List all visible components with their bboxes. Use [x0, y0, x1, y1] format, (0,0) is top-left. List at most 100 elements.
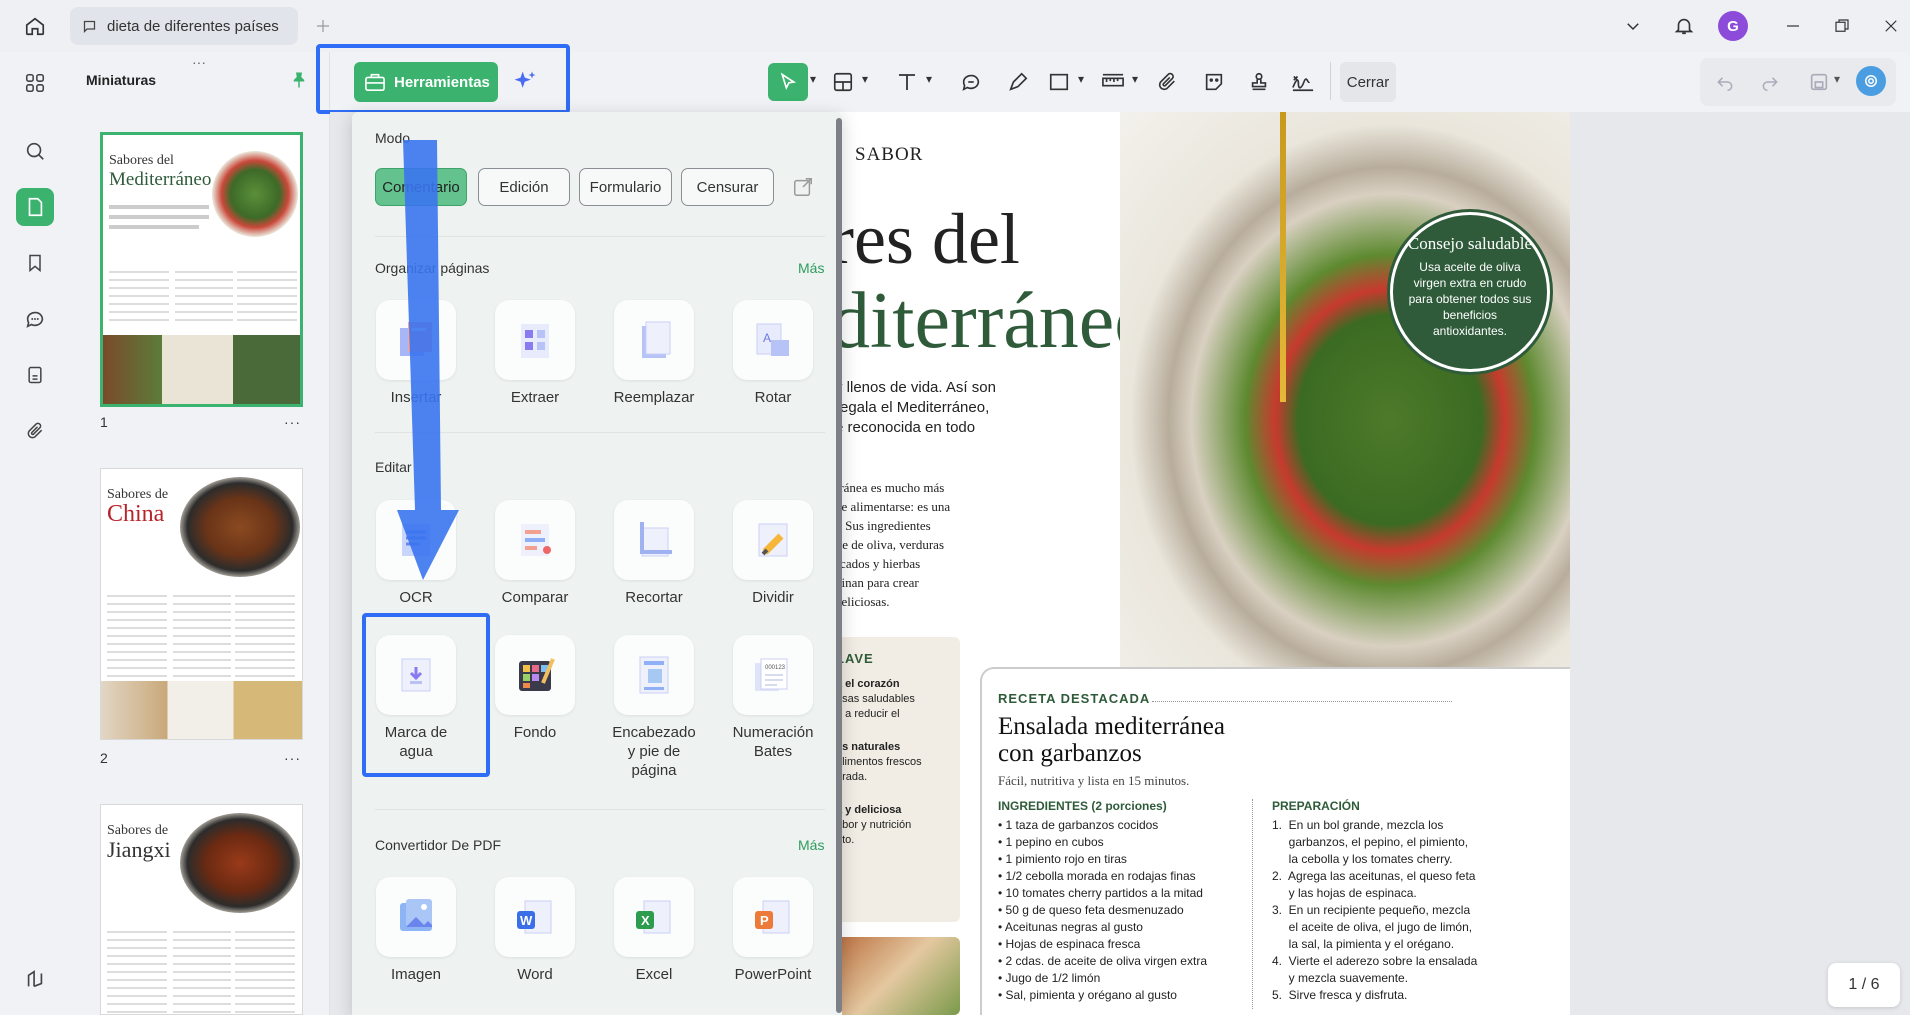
measure-icon[interactable]: [1096, 65, 1130, 99]
chevron-down-icon[interactable]: ▾: [862, 72, 868, 86]
ingredient-item: • 50 g de queso feta desmenuzado: [998, 903, 1184, 917]
image-icon: [376, 877, 456, 957]
compare-icon: [495, 500, 575, 580]
convert-image[interactable]: Imagen: [361, 877, 471, 984]
convert-word[interactable]: W Word: [480, 877, 590, 984]
external-link-icon[interactable]: [792, 176, 814, 198]
converter-more-link[interactable]: Más: [798, 837, 824, 853]
tool-background[interactable]: Fondo: [480, 635, 590, 742]
stamp-icon[interactable]: [1242, 65, 1276, 99]
pen-icon[interactable]: [1001, 65, 1035, 99]
tool-replace[interactable]: Reemplazar: [599, 300, 709, 407]
key-item: es naturales: [836, 741, 901, 753]
preparation-step: 2. Agrega las aceitunas, el queso feta: [1272, 869, 1476, 883]
ingredient-item: • Sal, pimienta y orégano al gusto: [998, 988, 1177, 1002]
redo-icon[interactable]: [1753, 65, 1787, 99]
thumbnail-page-1[interactable]: Sabores del Mediterráneo: [100, 132, 303, 407]
select-tool-button[interactable]: [768, 63, 808, 101]
chevron-down-icon[interactable]: ▾: [810, 72, 816, 86]
rotate-pages-icon: A: [733, 300, 813, 380]
menu-scrollbar[interactable]: [836, 118, 842, 1013]
pin-icon[interactable]: [290, 70, 308, 90]
restore-icon[interactable]: [1825, 9, 1859, 43]
tool-split[interactable]: Dividir: [718, 500, 828, 607]
notification-bell-icon[interactable]: [1667, 9, 1701, 43]
new-tab-icon[interactable]: [306, 9, 340, 43]
attachment-icon[interactable]: [16, 412, 54, 450]
ingredient-item: • 10 tomates cherry partidos a la mitad: [998, 886, 1203, 900]
attach-icon[interactable]: [1150, 65, 1184, 99]
svg-text:000123: 000123: [765, 665, 786, 671]
title-bar: dieta de diferentes países G: [0, 0, 1910, 52]
doc-kicker: SABOR: [855, 144, 924, 165]
frame-icon[interactable]: [826, 65, 860, 99]
document-tab[interactable]: dieta de diferentes países: [70, 7, 298, 45]
tab-title: dieta de diferentes países: [107, 17, 279, 35]
doc-title-line1: res del: [830, 199, 1020, 279]
signature-icon[interactable]: [1286, 65, 1320, 99]
chevron-down-icon[interactable]: [1616, 9, 1650, 43]
sticker-icon[interactable]: [1197, 65, 1231, 99]
rectangle-icon[interactable]: [1042, 65, 1076, 99]
preparation-step: el aceite de oliva, el jugo de limón,: [1272, 920, 1473, 934]
chevron-down-icon[interactable]: ▾: [1078, 72, 1084, 86]
bookmark-icon[interactable]: [16, 244, 54, 282]
thumbnail-page-2[interactable]: Sabores de China: [100, 468, 303, 740]
tool-bates[interactable]: 000123 Numeración Bates: [718, 635, 828, 761]
tool-compare[interactable]: Comparar: [480, 500, 590, 607]
search-icon[interactable]: [16, 132, 54, 170]
word-icon: W: [495, 877, 575, 957]
comments-icon[interactable]: [16, 300, 54, 338]
user-avatar[interactable]: G: [1718, 11, 1748, 41]
body-line: de alimentarse: es una: [835, 499, 951, 514]
tool-label: Dividir: [752, 589, 794, 606]
convert-excel[interactable]: X Excel: [599, 877, 709, 984]
minimize-icon[interactable]: [1776, 9, 1810, 43]
grid-view-icon[interactable]: [16, 64, 54, 102]
mode-redact-button[interactable]: Censurar: [681, 168, 774, 206]
intro-line: y llenos de vida. Así son: [835, 379, 996, 396]
intro-line: regala el Mediterráneo,: [835, 399, 990, 416]
text-icon[interactable]: [890, 65, 924, 99]
page-more-button[interactable]: ···: [284, 414, 301, 430]
close-button[interactable]: Cerrar: [1340, 62, 1396, 102]
header-footer-icon: [614, 635, 694, 715]
tool-label: Numeración Bates: [732, 724, 814, 760]
tool-extract[interactable]: Extraer: [480, 300, 590, 407]
tool-rotate[interactable]: A Rotar: [718, 300, 828, 407]
preparation-step: la sal, la pimienta y el orégano.: [1272, 937, 1455, 951]
drag-handle[interactable]: ···: [192, 54, 206, 70]
tool-header-footer[interactable]: Encabezado y pie de página: [599, 635, 709, 780]
save-icon[interactable]: [1802, 65, 1836, 99]
mode-edit-button[interactable]: Edición: [478, 168, 570, 206]
mode-form-button[interactable]: Formulario: [579, 168, 672, 206]
layers-icon[interactable]: [16, 960, 54, 998]
document-page: SABOR res del diterráneo Consejo saludab…: [830, 112, 1570, 1015]
organize-more-link[interactable]: Más: [798, 260, 824, 276]
pages-icon[interactable]: [16, 356, 54, 394]
ingredient-item: • Aceitunas negras al gusto: [998, 920, 1143, 934]
ingredients-title: INGREDIENTES (2 porciones): [998, 799, 1167, 813]
page-more-button[interactable]: ···: [284, 750, 301, 766]
convert-powerpoint[interactable]: P PowerPoint: [718, 877, 828, 984]
thumbnails-panel: Miniaturas ··· Sabores del Mediterráneo …: [70, 52, 330, 1015]
doc-title-line2: diterráneo: [830, 277, 1155, 365]
tool-label: Extraer: [510, 389, 560, 406]
tip-text: Usa aceite de oliva virgen extra en crud…: [1408, 260, 1532, 338]
chevron-down-icon[interactable]: ▾: [1132, 72, 1138, 86]
thumbnails-icon[interactable]: [16, 188, 54, 226]
recipe-subtitle: Fácil, nutritiva y lista en 15 minutos.: [998, 773, 1190, 788]
note-icon[interactable]: [954, 65, 988, 99]
undo-icon[interactable]: [1708, 65, 1742, 99]
chevron-down-icon[interactable]: ▾: [1834, 72, 1840, 86]
chevron-down-icon[interactable]: ▾: [926, 72, 932, 86]
key-item: n a reducir el: [836, 708, 900, 720]
thumbnail-page-3[interactable]: Sabores de Jiangxi: [100, 804, 303, 1015]
tool-label: Imagen: [390, 966, 442, 983]
home-icon[interactable]: [18, 9, 52, 43]
close-window-icon[interactable]: [1874, 9, 1908, 43]
preparation-step: la cebolla y los tomates cherry.: [1272, 852, 1453, 866]
tool-label: Comparar: [501, 589, 569, 606]
tool-crop[interactable]: Recortar: [599, 500, 709, 607]
ai-assistant-icon[interactable]: [1856, 66, 1886, 96]
